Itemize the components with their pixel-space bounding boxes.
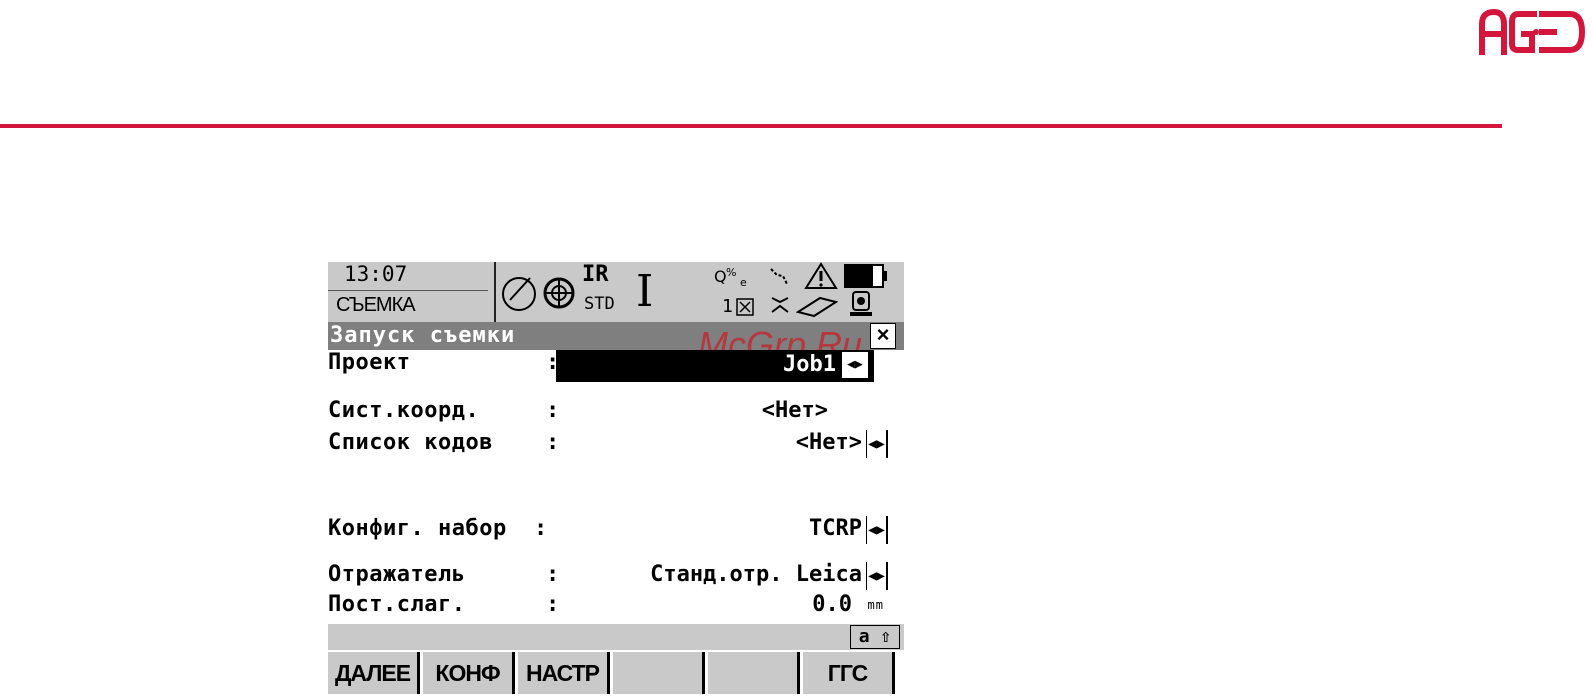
close-button[interactable]: × [870, 323, 896, 349]
checkbox-icon [736, 298, 754, 316]
brand-logo [1479, 8, 1586, 55]
select-arrows-icon[interactable]: ◀▶ [866, 516, 888, 544]
colon: : [546, 398, 560, 423]
function-key-bar: ДАЛЕЕ КОНФ НАСТР ГГС [328, 652, 904, 697]
config-set-label: Конфиг. набор [328, 516, 507, 541]
fkey-config[interactable]: КОНФ [423, 652, 515, 694]
project-field: Проект : Job1 ◀▶ [328, 350, 904, 382]
warning-icon [804, 262, 838, 289]
colon: : [546, 430, 560, 455]
add-const-value: 0.0 [812, 592, 852, 617]
code-list-value: <Нет> [795, 430, 862, 455]
select-arrows-icon[interactable]: ◀▶ [866, 562, 888, 590]
message-line: a ⇧ [328, 624, 904, 650]
header-divider [0, 124, 1502, 128]
input-case-indicator: a ⇧ [850, 625, 900, 649]
code-list-field[interactable]: Список кодов : <Нет> ◀▶ [328, 430, 904, 460]
select-arrows-icon[interactable]: ◀▶ [866, 430, 888, 458]
fkey-4[interactable] [613, 652, 705, 694]
reflector-field[interactable]: Отражатель : Станд.отр. Leica ◀▶ [328, 562, 904, 592]
add-const-field[interactable]: Пост.слаг. : 0.0 mm [328, 592, 904, 622]
reflector-value: Станд.отр. Leica [650, 562, 862, 587]
line-icon [770, 268, 788, 285]
edm-mode: IR [582, 262, 609, 287]
select-arrows-icon[interactable]: ◀▶ [842, 352, 868, 378]
battery-icon [844, 264, 887, 288]
status-bar-icons: IR STD I Q % e 1 [494, 262, 904, 322]
divider [328, 290, 488, 291]
svg-text:e: e [740, 276, 747, 289]
cursor-indicator: I [636, 266, 654, 317]
clock: 13:07 [344, 262, 408, 286]
coord-system-label: Сист.коорд. [328, 398, 480, 423]
colon: : [534, 516, 548, 541]
fkey-settings[interactable]: НАСТР [518, 652, 610, 694]
svg-text:Q: Q [714, 267, 727, 286]
atr-icon: Q % e [714, 266, 747, 289]
reflector-label: Отражатель [328, 562, 466, 587]
coord-system-field: Сист.коорд. : <Нет> [328, 398, 904, 428]
app-mode: СЪЕМКА [336, 294, 416, 316]
project-select[interactable]: Job1 ◀▶ [556, 350, 874, 382]
fkey-ggs[interactable]: ГГС [803, 652, 895, 694]
points-icon [771, 297, 789, 313]
config-set-field[interactable]: Конфиг. набор : TCRP ◀▶ [328, 516, 904, 546]
instrument-screen: 13:07 СЪЕМКА IR STD I Q % e 1 Запуск съе… [328, 262, 904, 697]
config-set-value: TCRP [809, 516, 862, 541]
project-value: Job1 [783, 352, 836, 377]
status-bar-left: 13:07 СЪЕМКА [328, 262, 494, 322]
point-count: 1 [722, 296, 733, 317]
card-icon [796, 296, 838, 318]
fkey-next[interactable]: ДАЛЕЕ [328, 652, 420, 694]
svg-text:%: % [726, 266, 736, 279]
instrument-icon [850, 291, 872, 316]
fkey-5[interactable] [708, 652, 800, 694]
colon: : [546, 592, 560, 617]
add-const-label: Пост.слаг. [328, 592, 466, 617]
coord-system-value: <Нет> [761, 398, 828, 423]
code-list-label: Список кодов [328, 430, 493, 455]
edm-sub: STD [584, 294, 615, 314]
compass-icon [502, 277, 536, 311]
prism-icon [543, 277, 575, 309]
project-label: Проект [328, 350, 411, 375]
unit-label: mm [867, 598, 884, 612]
colon: : [546, 562, 560, 587]
dialog-title: Запуск съемки [330, 323, 516, 348]
